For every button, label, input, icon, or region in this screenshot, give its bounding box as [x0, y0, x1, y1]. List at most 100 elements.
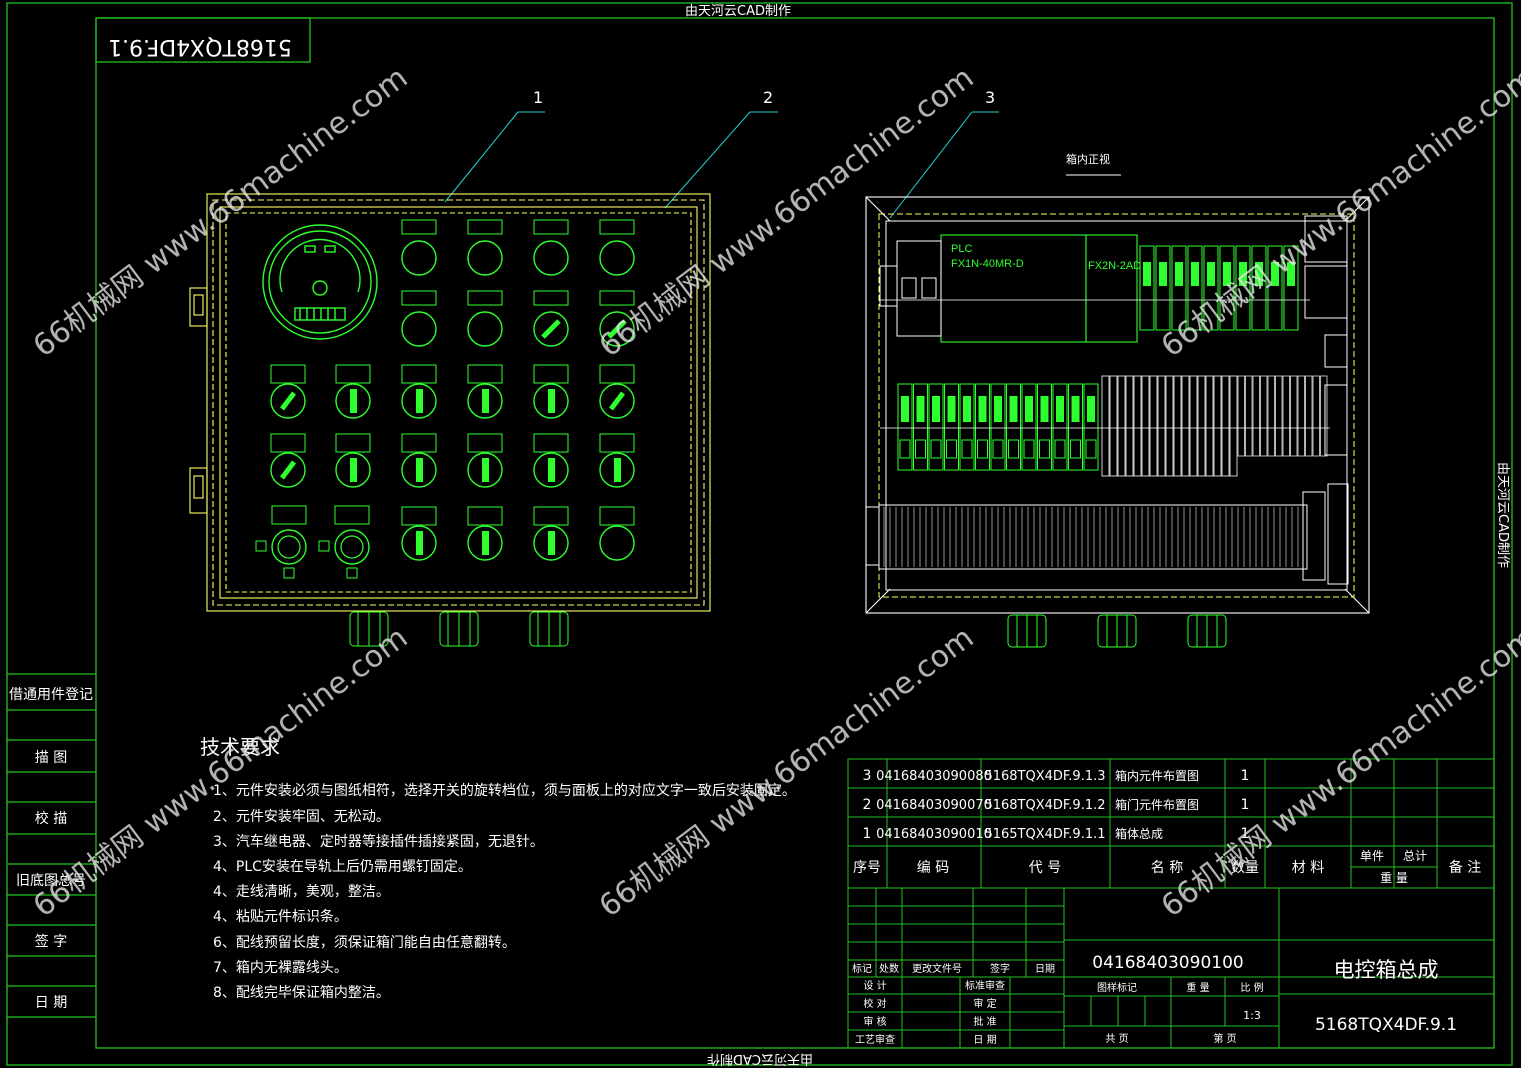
tb-scale: 1:3	[1243, 1009, 1261, 1022]
bom-cell-qty: 1	[1241, 768, 1250, 784]
tb-label-total-pages: 共 页	[1105, 1033, 1128, 1045]
terminal-block-icon	[1229, 375, 1238, 477]
push-button-icon	[318, 505, 370, 579]
selector-switch-icon	[599, 433, 635, 488]
selector-switch-icon	[270, 364, 306, 419]
relay-module-icon	[1283, 245, 1299, 331]
bom-cell-seq: 2	[863, 797, 872, 813]
relay-module-icon	[959, 383, 975, 471]
relay-module-icon	[990, 383, 1006, 471]
tech-requirement-item: 4、粘贴元件标识条。	[213, 909, 348, 925]
duct-slots	[883, 507, 1299, 567]
bom-header-seq: 序号	[853, 860, 881, 876]
terminal-block-icon	[1245, 375, 1253, 457]
relay-module-icon	[1052, 383, 1068, 471]
terminal-block-icon	[1275, 375, 1283, 457]
tech-requirement-item: 2、元件安装牢固、无松动。	[213, 809, 390, 825]
callout-2: 2	[763, 88, 773, 107]
terminal-block-icon	[1260, 375, 1268, 457]
tb-label-sign: 签字	[990, 962, 1010, 975]
bom-row: 2 04168403090070 5168TQX4DF.9.1.2 箱门元件布置…	[863, 797, 1250, 813]
selector-switch-icon	[533, 290, 569, 347]
circuit-breaker	[879, 240, 942, 337]
terminal-block-icon	[1205, 375, 1214, 477]
terminal-block-icon	[1197, 375, 1206, 477]
selector-switch-icon	[401, 506, 437, 561]
terminal-block-icon	[1189, 375, 1198, 477]
relay-module-icon	[1068, 383, 1083, 471]
selector-switch-icon	[401, 219, 437, 276]
push-button-icon	[255, 505, 307, 579]
terminal-block-icon	[1181, 375, 1190, 477]
bom-cell-seq: 1	[863, 826, 872, 842]
relay-module-icon	[1235, 245, 1251, 331]
selector-switch-icon	[533, 433, 569, 488]
tech-requirement-item: 6、配线预留长度，须保证箱门能自由任意翻转。	[213, 935, 516, 951]
tb-label-mark: 标记	[852, 963, 872, 975]
bom-header-qty: 数量	[1231, 860, 1259, 876]
tb-label-weight: 重 量	[1186, 981, 1209, 994]
relay-module-icon	[1037, 383, 1052, 471]
relay-module-icon	[1139, 245, 1155, 331]
bom-cell-seq: 3	[863, 768, 872, 784]
selector-switch-icon	[401, 290, 437, 347]
terminal-block-icon	[1267, 375, 1275, 457]
selector-switch-icon	[467, 506, 503, 561]
cable-glands-right	[1007, 614, 1227, 648]
callout-leaders	[444, 111, 999, 219]
bom-cell-drawing: 5168TQX4DF.9.1.3	[984, 769, 1105, 784]
tb-label-ratio: 比 例	[1240, 981, 1263, 994]
bom-header-unit: 单件	[1360, 849, 1384, 863]
terminal-block-icon	[1282, 375, 1290, 457]
bom-header-code: 编 码	[917, 860, 949, 876]
side-connectors	[1304, 215, 1348, 456]
tb-label-page: 第 页	[1213, 1032, 1236, 1045]
relay-module-icon	[897, 383, 913, 471]
mirrored-drawing-code: 5168TQX4DF.9.1	[108, 34, 292, 59]
terminal-block-icon	[1173, 375, 1182, 477]
side-register-check: 校 描	[34, 811, 68, 827]
terminal-block-icon	[1133, 375, 1142, 477]
tb-label-check: 校 对	[863, 997, 886, 1010]
bom-header-drawing: 代 号	[1029, 860, 1061, 876]
terminal-block-icon	[1237, 375, 1245, 457]
tb-label-count: 处数	[879, 962, 899, 975]
terminal-block-icon	[1297, 375, 1305, 457]
bom-row: 1 04168403090010 5165TQX4DF.9.1.1 箱体总成 1	[863, 826, 1250, 842]
bom-cell-name: 箱内元件布置图	[1115, 768, 1199, 783]
cable-glands-left	[349, 611, 569, 647]
relay-module-icon	[1219, 245, 1235, 331]
relay-module-icon	[975, 383, 990, 471]
terminal-block-icon	[1213, 375, 1222, 477]
interior-components	[880, 245, 1330, 477]
terminal-block-icon	[1252, 375, 1260, 457]
tb-drawing-no: 5168TQX4DF.9.1	[1315, 1015, 1457, 1035]
terminal-block-icon	[1149, 375, 1158, 477]
terminal-block-icon	[1141, 375, 1150, 477]
selector-switch-icon	[335, 364, 371, 419]
bom-header-material: 材 料	[1292, 860, 1324, 876]
bom-header-total: 总计	[1403, 849, 1427, 863]
relay-module-icon	[1021, 383, 1037, 471]
tb-label-stage: 图样标记	[1097, 981, 1137, 994]
cabinet-interior-view: PLC FX1N-40MR-D FX2N-2AD	[865, 196, 1370, 648]
selector-switch-icon	[335, 433, 371, 488]
relay-module-icon	[944, 383, 959, 471]
bom-header-remark: 备 注	[1449, 859, 1481, 876]
selector-switch-icon	[467, 364, 503, 419]
terminal-block-icon	[1117, 375, 1126, 477]
tb-label-design: 设 计	[863, 979, 886, 992]
selector-switch-icon	[467, 290, 503, 347]
selector-switch-icon	[533, 364, 569, 419]
bom-cell-code: 04168403090080	[876, 769, 992, 784]
tech-requirement-item: 1、元件安装必须与图纸相符，选择开关的旋转档位，须与面板上的对应文字一致后安装固…	[213, 783, 796, 799]
terminal-block-icon	[1157, 375, 1166, 477]
gauge-icon	[262, 224, 378, 340]
tb-part-code: 04168403090100	[1092, 953, 1243, 973]
callout-3: 3	[985, 88, 995, 107]
terminal-block-icon	[1312, 375, 1320, 457]
tech-requirement-item: 8、配线完毕保证箱内整洁。	[213, 985, 390, 1001]
terminal-block-icon	[1101, 375, 1110, 477]
callout-1: 1	[533, 88, 543, 107]
relay-module-icon	[1251, 245, 1267, 331]
